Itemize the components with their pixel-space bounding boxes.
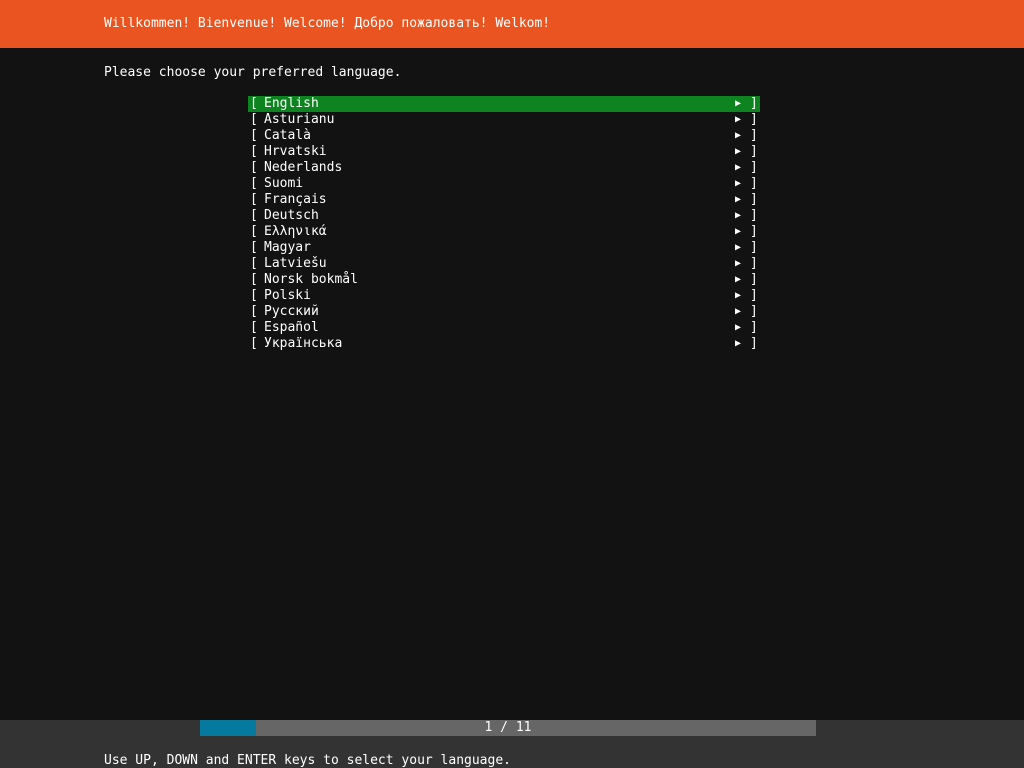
bracket-open: [ [250, 288, 258, 303]
bracket-open: [ [250, 240, 258, 255]
arrow-right-icon: ▶ [735, 146, 742, 157]
language-option[interactable]: [ Русский ▶] [248, 304, 760, 320]
bracket-close: ] [750, 256, 758, 271]
language-label: Français [264, 192, 327, 207]
progress-bar: 1 / 11 [200, 720, 816, 736]
bracket-open: [ [250, 224, 258, 239]
header-bar: Willkommen! Bienvenue! Welcome! Добро по… [0, 0, 1024, 48]
language-option[interactable]: [ Українська ▶] [248, 336, 760, 352]
language-option[interactable]: [ Magyar ▶] [248, 240, 760, 256]
arrow-right-icon: ▶ [735, 226, 742, 237]
language-label: Hrvatski [264, 144, 327, 159]
welcome-title: Willkommen! Bienvenue! Welcome! Добро по… [104, 16, 551, 31]
bracket-close: ] [750, 160, 758, 175]
arrow-right-icon: ▶ [735, 210, 742, 221]
arrow-right-icon: ▶ [735, 274, 742, 285]
bracket-open: [ [250, 272, 258, 287]
language-option[interactable]: [ Suomi ▶] [248, 176, 760, 192]
bracket-close: ] [750, 128, 758, 143]
arrow-right-icon: ▶ [735, 98, 742, 109]
bracket-close: ] [750, 272, 758, 287]
language-option[interactable]: [ English ▶] [248, 96, 760, 112]
progress-counter: 1 / 11 [484, 720, 532, 735]
bracket-open: [ [250, 96, 258, 111]
bracket-open: [ [250, 304, 258, 319]
language-option[interactable]: [ Ελληνικά ▶] [248, 224, 760, 240]
arrow-right-icon: ▶ [735, 178, 742, 189]
language-label: English [264, 96, 319, 111]
arrow-right-icon: ▶ [735, 338, 742, 349]
bracket-close: ] [750, 240, 758, 255]
language-option[interactable]: [ Norsk bokmål ▶] [248, 272, 760, 288]
language-option[interactable]: [ Latviešu ▶] [248, 256, 760, 272]
bracket-open: [ [250, 208, 258, 223]
language-label: Deutsch [264, 208, 319, 223]
language-label: Català [264, 128, 311, 143]
language-label: Asturianu [264, 112, 335, 127]
arrow-right-icon: ▶ [735, 290, 742, 301]
language-label: Ελληνικά [264, 224, 327, 239]
arrow-right-icon: ▶ [735, 162, 742, 173]
bracket-close: ] [750, 288, 758, 303]
bracket-close: ] [750, 112, 758, 127]
language-option[interactable]: [ Asturianu ▶] [248, 112, 760, 128]
language-label: Русский [264, 304, 319, 319]
bracket-close: ] [750, 176, 758, 191]
language-label: Español [264, 320, 319, 335]
arrow-right-icon: ▶ [735, 194, 742, 205]
bracket-close: ] [750, 144, 758, 159]
bracket-open: [ [250, 112, 258, 127]
language-option[interactable]: [ Hrvatski ▶] [248, 144, 760, 160]
language-label: Norsk bokmål [264, 272, 358, 287]
language-option[interactable]: [ Polski ▶] [248, 288, 760, 304]
bracket-open: [ [250, 144, 258, 159]
bracket-close: ] [750, 208, 758, 223]
language-list: [ English ▶] [ Asturianu ▶] [ Català ▶] [ Hrvatski… [248, 96, 760, 352]
language-option[interactable]: [ Català ▶] [248, 128, 760, 144]
bracket-open: [ [250, 320, 258, 335]
bracket-close: ] [750, 304, 758, 319]
language-label: Nederlands [264, 160, 343, 175]
arrow-right-icon: ▶ [735, 306, 742, 317]
bracket-close: ] [750, 96, 758, 111]
bracket-close: ] [750, 320, 758, 335]
instruction-text: Please choose your preferred language. [104, 65, 402, 80]
language-label: Polski [264, 288, 311, 303]
bracket-open: [ [250, 128, 258, 143]
arrow-right-icon: ▶ [735, 322, 742, 333]
bracket-open: [ [250, 160, 258, 175]
bracket-close: ] [750, 192, 758, 207]
language-option[interactable]: [ Nederlands ▶] [248, 160, 760, 176]
bracket-open: [ [250, 192, 258, 207]
bracket-close: ] [750, 336, 758, 351]
arrow-right-icon: ▶ [735, 114, 742, 125]
language-label: Latviešu [264, 256, 327, 271]
language-label: Magyar [264, 240, 311, 255]
language-label: Suomi [264, 176, 304, 191]
bracket-open: [ [250, 336, 258, 351]
footer-bar: 1 / 11 Use UP, DOWN and ENTER keys to se… [0, 720, 1024, 768]
keyboard-help-text: Use UP, DOWN and ENTER keys to select yo… [104, 753, 511, 768]
arrow-right-icon: ▶ [735, 258, 742, 269]
bracket-open: [ [250, 256, 258, 271]
language-label: Українська [264, 336, 343, 351]
bracket-open: [ [250, 176, 258, 191]
language-option[interactable]: [ Español ▶] [248, 320, 760, 336]
language-option[interactable]: [ Français ▶] [248, 192, 760, 208]
bracket-close: ] [750, 224, 758, 239]
arrow-right-icon: ▶ [735, 242, 742, 253]
arrow-right-icon: ▶ [735, 130, 742, 141]
language-option[interactable]: [ Deutsch ▶] [248, 208, 760, 224]
